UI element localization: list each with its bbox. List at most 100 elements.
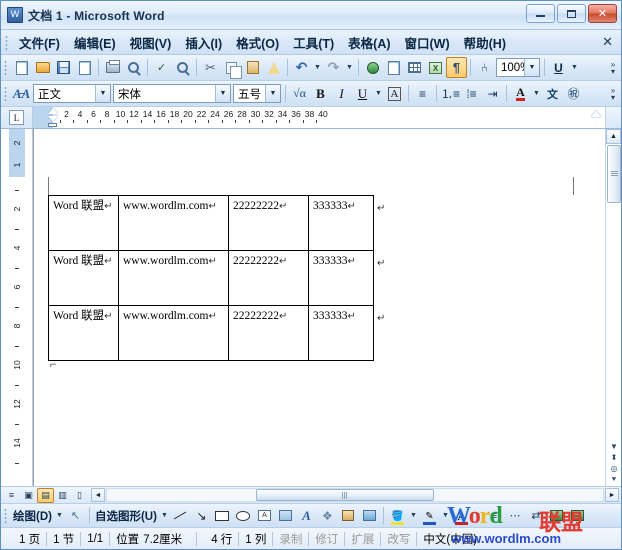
select-browse-object-icon[interactable]: ◎ — [611, 465, 618, 473]
italic-icon[interactable]: I — [331, 83, 352, 104]
document-map-icon[interactable]: ⑃ — [474, 57, 495, 78]
line-color-icon[interactable]: ✎ — [419, 505, 440, 526]
style-dropdown-arrow-icon[interactable]: ▼ — [95, 85, 110, 102]
table-cell[interactable]: Word 联盟↵ — [48, 250, 119, 306]
insert-table-icon[interactable] — [404, 57, 425, 78]
status-trk-toggle[interactable]: 修订 — [315, 531, 338, 547]
next-page-icon[interactable]: ⯆ — [611, 476, 617, 484]
menu-insert[interactable]: 插入(I) — [178, 30, 229, 55]
table-cell[interactable]: Word 联盟↵ — [48, 305, 119, 361]
table-cell[interactable]: www.wordlm.com↵ — [118, 195, 229, 251]
underline-dropdown-arrow-icon[interactable]: ▼ — [569, 57, 580, 78]
underline-icon[interactable]: U — [352, 83, 373, 104]
permission-icon[interactable] — [74, 57, 95, 78]
menu-tools[interactable]: 工具(T) — [286, 30, 341, 55]
clip-art-icon[interactable] — [338, 505, 359, 526]
print-preview-icon[interactable] — [123, 57, 144, 78]
shadow-style-icon[interactable] — [546, 505, 567, 526]
table-cell[interactable]: 22222222↵ — [228, 195, 309, 251]
menu-edit[interactable]: 编辑(E) — [67, 30, 123, 55]
wordart-icon[interactable]: A — [296, 505, 317, 526]
autoshapes-menu-arrow-icon[interactable]: ▼ — [159, 505, 170, 526]
numbered-list-icon[interactable]: ⒈≡ — [440, 83, 461, 104]
character-border-icon[interactable]: A — [384, 83, 405, 104]
print-layout-view-icon[interactable]: ▤ — [37, 487, 54, 503]
spelling-check-icon[interactable]: ✓ — [151, 57, 172, 78]
drawing-toolbar-drag-handle[interactable] — [4, 508, 7, 523]
web-layout-view-icon[interactable]: ▣ — [20, 488, 37, 503]
horizontal-scroll-track[interactable] — [106, 488, 604, 502]
table-row[interactable]: Word 联盟↵ www.wordlm.com↵ 22222222↵ 333333↵ — [48, 250, 374, 306]
tables-and-borders-icon[interactable] — [383, 57, 404, 78]
copy-icon[interactable] — [221, 57, 242, 79]
line-style-icon[interactable]: ≡ — [483, 505, 504, 526]
formatting-toolbar-overflow-button[interactable]: » ▾ — [607, 83, 619, 104]
dash-style-icon[interactable]: ⋯ — [504, 505, 525, 526]
formatting-toolbar-drag-handle[interactable] — [4, 86, 7, 101]
status-language[interactable]: 中文(中国) — [423, 531, 477, 547]
3d-style-icon[interactable] — [567, 505, 588, 526]
align-center-icon[interactable]: ≡ — [412, 83, 433, 104]
formula-icon[interactable]: √α — [289, 83, 310, 104]
undo-dropdown-arrow-icon[interactable]: ▼ — [312, 57, 323, 78]
table-cell[interactable]: www.wordlm.com↵ — [118, 305, 229, 361]
fill-color-icon[interactable]: 🪣 — [387, 505, 408, 526]
document-page[interactable]: Word 联盟↵ www.wordlm.com↵ 22222222↵ 333333↵ W… — [34, 129, 605, 486]
scroll-up-button[interactable]: ▲ — [606, 129, 621, 144]
redo-dropdown-arrow-icon[interactable]: ▼ — [344, 57, 355, 78]
tab-stop-selector[interactable]: L — [1, 107, 33, 128]
minimize-button[interactable] — [526, 4, 555, 23]
status-ext-toggle[interactable]: 扩展 — [351, 531, 374, 547]
horizontal-scroll-thumb[interactable] — [255, 489, 435, 501]
vertical-ruler[interactable]: 2 1 2 4 6 8 10 12 14 — [1, 129, 33, 486]
enclose-character-icon[interactable]: ㊗ — [563, 83, 584, 104]
zoom-combo[interactable]: 100% ▼ — [496, 58, 540, 77]
font-dropdown-arrow-icon[interactable]: ▼ — [215, 85, 230, 102]
draw-menu-arrow-icon[interactable]: ▼ — [54, 505, 65, 526]
table-row[interactable]: Word 联盟↵ www.wordlm.com↵ 22222222↵ 333333↵ — [48, 195, 374, 251]
status-ovr-toggle[interactable]: 改写 — [387, 531, 410, 547]
increase-indent-icon[interactable]: ⇥ — [482, 83, 503, 104]
styles-and-formatting-icon[interactable]: A̶A — [11, 83, 32, 104]
first-line-indent-marker-icon[interactable] — [48, 108, 58, 114]
arrow-style-icon[interactable]: ⇄ — [525, 505, 546, 526]
previous-page-icon[interactable]: ▼ — [610, 443, 618, 451]
font-size-combo[interactable]: 五号 ▼ — [233, 84, 281, 103]
menu-help[interactable]: 帮助(H) — [457, 30, 513, 55]
style-combo[interactable]: 正文 ▼ — [33, 84, 111, 103]
ruler-track[interactable]: 2 4 6 8 10 12 14 16 18 20 22 24 26 28 30 32 34 36 38 40 — [33, 107, 605, 128]
insert-hyperlink-icon[interactable] — [362, 57, 383, 78]
redo-icon[interactable]: ↷ — [323, 57, 344, 78]
font-color-icon[interactable]: A — [451, 505, 472, 526]
maximize-button[interactable] — [557, 4, 586, 23]
format-painter-icon[interactable] — [263, 57, 284, 78]
show-formatting-marks-icon[interactable]: ¶ — [446, 57, 467, 78]
table-cell[interactable]: 333333↵ — [308, 305, 374, 361]
fill-color-arrow-icon[interactable]: ▼ — [408, 505, 419, 526]
browse-up-icon[interactable]: ⬍ — [611, 454, 618, 462]
close-button[interactable]: ✕ — [588, 4, 617, 23]
menu-file[interactable]: 文件(F) — [12, 30, 67, 55]
draw-menu-button[interactable]: 绘图(D) — [11, 508, 54, 524]
menu-format[interactable]: 格式(O) — [229, 30, 286, 55]
document-table[interactable]: Word 联盟↵ www.wordlm.com↵ 22222222↵ 333333↵ W… — [48, 195, 374, 361]
paste-icon[interactable] — [242, 57, 263, 78]
scroll-left-button[interactable]: ◄ — [91, 488, 105, 502]
select-objects-icon[interactable]: ↖ — [65, 505, 86, 526]
standard-toolbar-drag-handle[interactable] — [4, 60, 7, 75]
open-folder-icon[interactable] — [32, 57, 53, 78]
font-color-icon[interactable]: A — [510, 83, 531, 104]
outline-view-icon[interactable]: ▥ — [54, 488, 71, 503]
arrow-icon[interactable]: ↘ — [191, 505, 212, 526]
menu-view[interactable]: 视图(V) — [123, 30, 179, 55]
font-size-dropdown-arrow-icon[interactable]: ▼ — [265, 85, 280, 102]
cut-icon[interactable]: ✂ — [200, 57, 221, 78]
menu-window[interactable]: 窗口(W) — [398, 30, 457, 55]
hanging-indent-marker-icon[interactable] — [48, 116, 58, 122]
horizontal-ruler[interactable]: L 2 4 6 8 10 12 14 16 18 20 22 24 26 28 30 32 34 36 38 40 — [1, 107, 621, 129]
document-canvas[interactable]: Word 联盟↵ www.wordlm.com↵ 22222222↵ 333333↵ W… — [33, 129, 605, 486]
font-combo[interactable]: 宋体 ▼ — [113, 84, 231, 103]
vertical-scrollbar[interactable]: ▲ ▼ ⬍ ◎ ⯆ — [605, 129, 621, 486]
vertical-text-box-icon[interactable] — [275, 505, 296, 526]
standard-toolbar-overflow-button[interactable]: » ▾ — [607, 57, 619, 78]
